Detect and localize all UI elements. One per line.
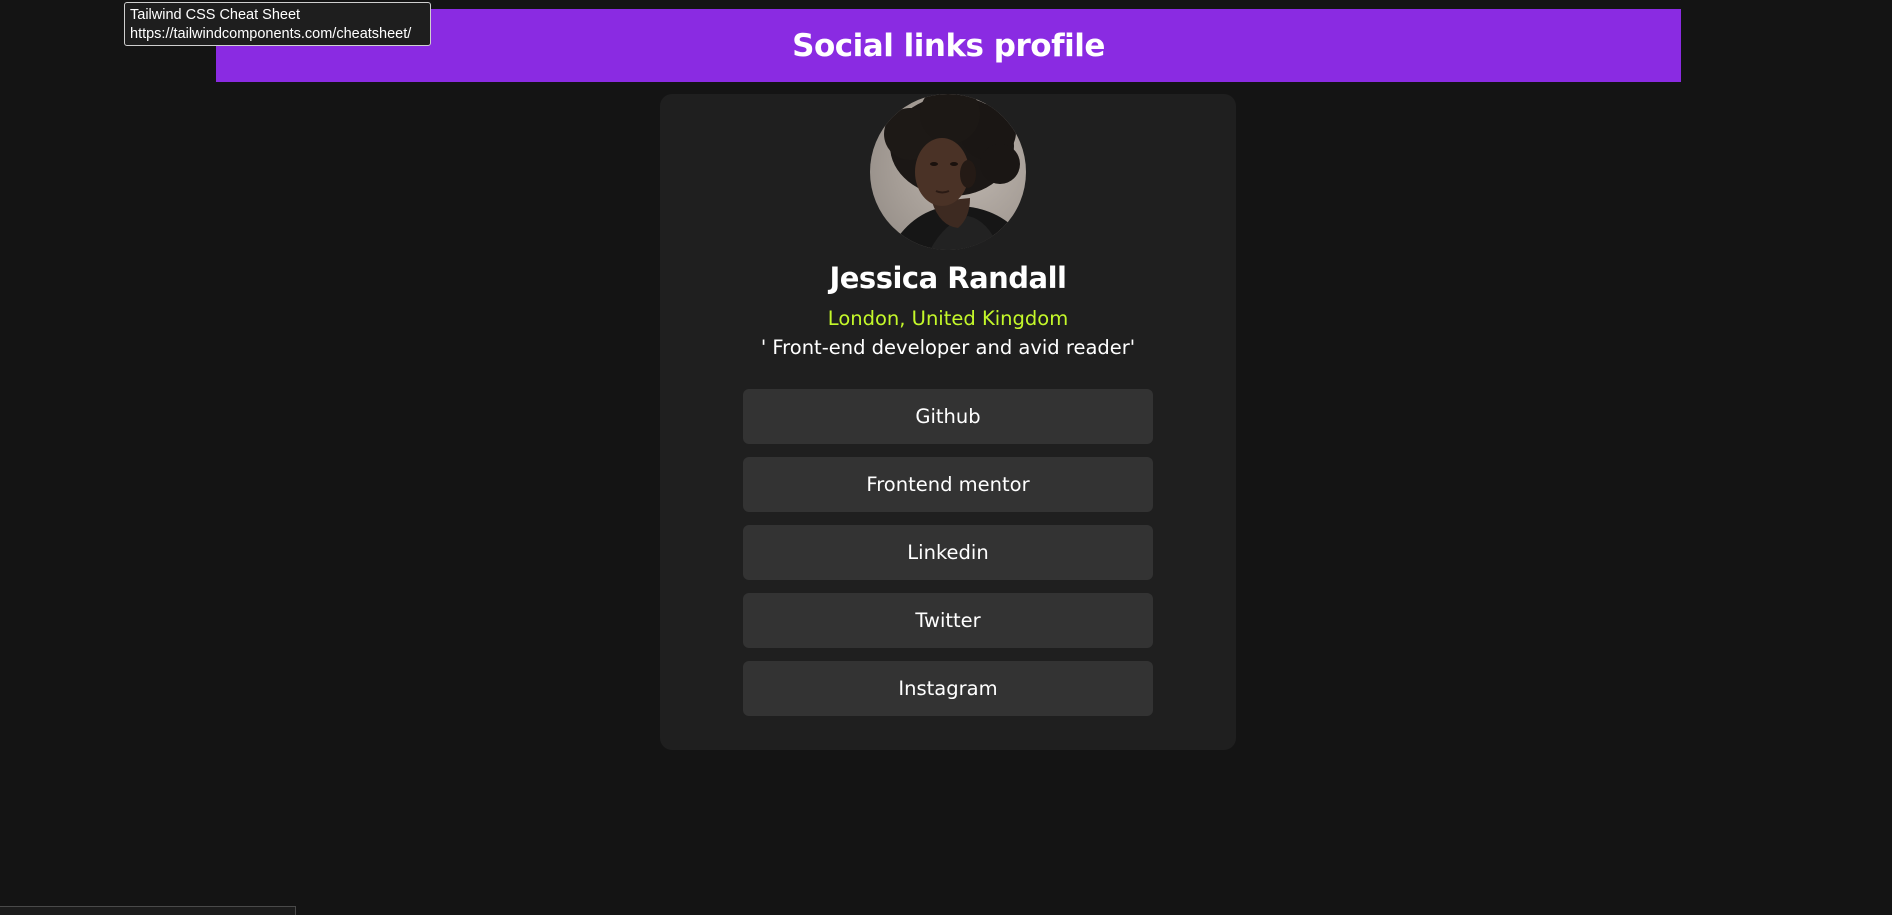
tooltip-title: Tailwind CSS Cheat Sheet xyxy=(130,7,301,23)
instagram-link-button[interactable]: Instagram xyxy=(743,661,1153,716)
profile-photo-icon xyxy=(884,94,1026,250)
page-title: Social links profile xyxy=(792,27,1105,64)
status-bar-stub xyxy=(0,906,296,915)
twitter-link-button[interactable]: Twitter xyxy=(743,593,1153,648)
link-tooltip: Tailwind CSS Cheat Sheet https://tailwin… xyxy=(124,2,431,46)
page-banner: Social links profile xyxy=(216,9,1681,82)
linkedin-link-button[interactable]: Linkedin xyxy=(743,525,1153,580)
social-links-list: Github Frontend mentor Linkedin Twitter … xyxy=(743,389,1153,729)
tooltip-url: https://tailwindcomponents.com/cheatshee… xyxy=(130,26,412,42)
profile-card: Jessica Randall London, United Kingdom '… xyxy=(660,94,1236,750)
profile-bio: ' Front-end developer and avid reader' xyxy=(760,336,1136,359)
profile-location: London, United Kingdom xyxy=(827,307,1069,330)
github-link-button[interactable]: Github xyxy=(743,389,1153,444)
frontend-mentor-link-button[interactable]: Frontend mentor xyxy=(743,457,1153,512)
profile-name: Jessica Randall xyxy=(829,261,1067,295)
avatar xyxy=(870,94,1026,250)
